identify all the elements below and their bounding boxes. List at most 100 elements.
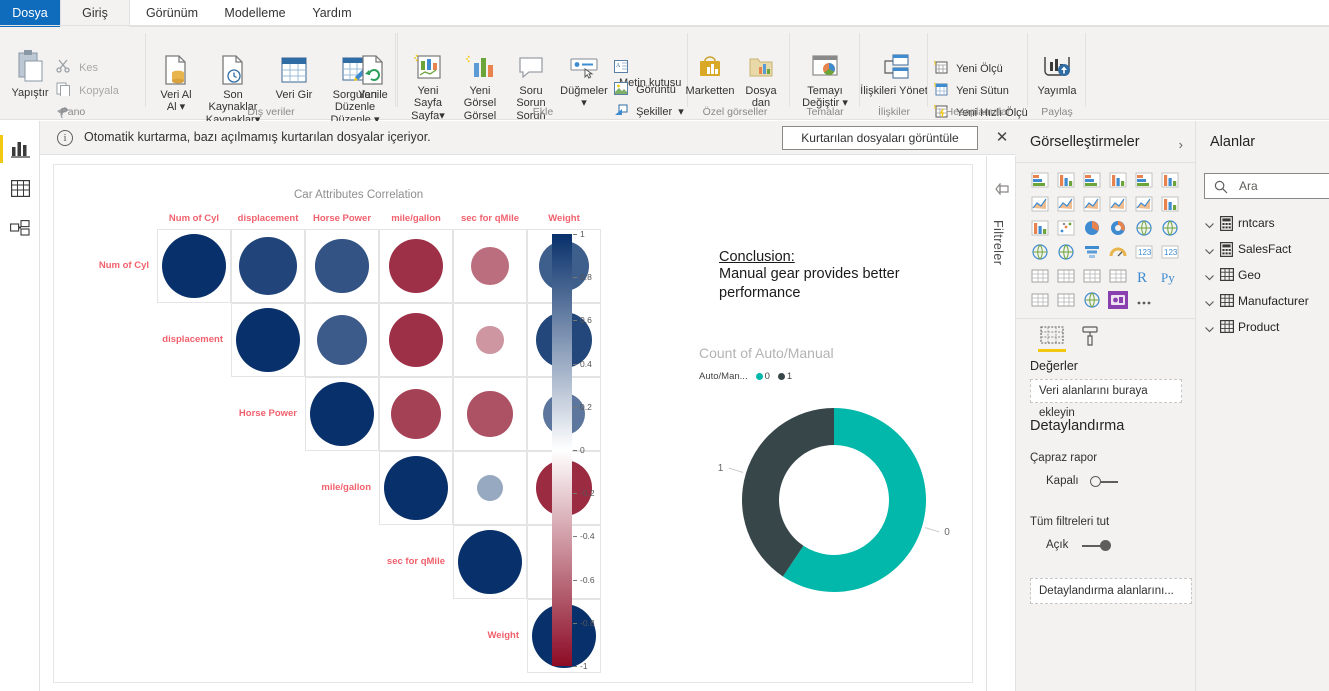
ribbon-tab-dosya[interactable]: Dosya [0,0,60,27]
correlation-circle [471,247,509,285]
ribbon-group-iliskiler-label: İlişkiler [877,106,911,118]
paste-button[interactable]: Yapıştır [6,49,54,99]
sidebar-item-model-view[interactable] [0,209,40,249]
filters-pane-tab[interactable]: Filtreler [986,156,1016,691]
toggle-knob[interactable] [1100,540,1111,551]
sidebar-item-data-view[interactable] [0,169,40,209]
multi-row-card-icon[interactable]: 123 [1160,243,1180,261]
ribbon-chart-icon[interactable] [1160,195,1180,213]
copy-button[interactable]: Kopyala [56,82,119,100]
fields-table-item[interactable]: Product [1196,315,1329,341]
slicer-icon[interactable] [1056,267,1076,285]
chevron-down-icon[interactable] [1204,322,1215,340]
tab-fields[interactable] [1038,325,1066,352]
qa-visual-icon[interactable] [1056,291,1076,309]
report-canvas[interactable]: Car Attributes Correlation Num of Cyl dis… [41,156,985,691]
chart-title: Car Attributes Correlation [294,189,424,201]
get-data-button[interactable]: Veri Al Al ▾ [154,55,198,114]
color-scale-tick-mark [573,363,577,365]
from-file-button[interactable]: Dosya dan [738,53,784,110]
search-input[interactable]: Ara [1204,173,1329,199]
clustered-bar-chart-icon[interactable] [1082,171,1102,189]
scatter-chart-icon[interactable] [1056,219,1076,237]
fields-table-item[interactable]: Manufacturer [1196,289,1329,315]
toggle-knob[interactable] [1090,476,1101,487]
custom-visual-icon[interactable] [1108,291,1128,309]
enter-data-button[interactable]: Veri Gir [268,55,320,101]
clustered-column-chart-icon[interactable] [1108,171,1128,189]
map-icon[interactable] [1160,219,1180,237]
100-stacked-column-chart-icon[interactable] [1160,171,1180,189]
drillthrough-dropzone[interactable]: Detaylandırma alanlarını... [1030,578,1192,604]
conclusion-textbox[interactable]: Conclusion: Manual gear provides better … [719,249,949,303]
refresh-button[interactable]: Yenile [348,55,398,101]
stacked-column-chart-icon[interactable] [1056,171,1076,189]
ribbon-tab-gorunum[interactable]: Görünüm [134,0,210,27]
image-button[interactable]: Görüntü [614,82,676,99]
arcgis-maps-icon[interactable] [1082,291,1102,309]
correlation-circle [239,237,297,295]
expand-left-icon[interactable] [995,182,1009,200]
new-measure-button[interactable]: Yeni Ölçü [933,60,1003,78]
keep-filters-toggle[interactable]: Açık [1046,538,1136,554]
close-icon[interactable]: ✕ [990,126,1014,150]
matrix-icon[interactable] [1108,267,1128,285]
marketplace-button[interactable]: Marketten [684,53,736,97]
funnel-icon[interactable] [1082,243,1102,261]
fields-table-item[interactable]: Geo [1196,263,1329,289]
view-recovered-files-button[interactable]: Kurtarılan dosyaları görüntüle [782,126,978,150]
donut-chart-icon[interactable] [1108,219,1128,237]
donut-leader-line [728,467,744,473]
ribbon-tab-giris[interactable]: Giriş [60,0,130,27]
switch-theme-button[interactable]: Temayı Değiştir ▾ [794,53,856,110]
table-icon[interactable] [1082,267,1102,285]
shape-map-icon[interactable] [1056,243,1076,261]
100-stacked-bar-chart-icon[interactable] [1134,171,1154,189]
svg-text:Py: Py [1161,270,1175,285]
correlation-cell [231,229,305,303]
chevron-down-icon[interactable] [1204,270,1215,288]
stacked-area-chart-icon[interactable] [1082,195,1102,213]
chevron-down-icon[interactable] [1204,218,1215,236]
chevron-down-icon[interactable] [1204,244,1215,262]
area-chart-icon[interactable] [1056,195,1076,213]
values-dropzone[interactable]: Veri alanlarını buraya ekleyin [1030,379,1182,419]
more-options-icon[interactable] [1134,291,1154,309]
line-chart-icon[interactable] [1030,195,1050,213]
r-script-visual-icon[interactable]: R [1134,267,1154,286]
card-icon[interactable]: 123 [1134,243,1154,261]
cut-button[interactable]: Kes [56,59,98,77]
buttons-button[interactable]: Düğmeler ▾ [558,53,610,110]
line-clustered-column-chart-icon[interactable] [1134,195,1154,213]
line-stacked-column-chart-icon[interactable] [1108,195,1128,213]
buttons-icon [558,53,610,85]
chevron-right-icon[interactable]: › [1179,137,1183,152]
new-column-button[interactable]: Yeni Sütun [933,82,1009,100]
chevron-down-icon[interactable] [1204,296,1215,314]
ribbon-tab-yardim[interactable]: Yardım [300,0,364,27]
color-scale-tick-label: 0.6 [580,315,592,326]
stacked-bar-chart-icon[interactable] [1030,171,1050,189]
ribbon-tab-modelleme[interactable]: Modelleme [212,0,298,27]
donut-slice[interactable] [782,408,926,592]
gauge-icon[interactable] [1108,243,1128,261]
manage-relationships-button[interactable]: İlişkileri Yönet [860,53,928,97]
filled-map-icon[interactable] [1030,243,1050,261]
correlation-matrix-visual[interactable]: Car Attributes Correlation Num of Cyl dis… [54,165,654,675]
donut-slice[interactable] [742,408,834,577]
kpi-icon[interactable] [1030,267,1050,285]
sidebar-item-report-view[interactable] [0,129,40,169]
waterfall-chart-icon[interactable] [1030,219,1050,237]
image-icon [614,82,628,99]
correlation-cell [453,525,527,599]
fields-table-item[interactable]: rntcars [1196,211,1329,237]
python-visual-icon[interactable]: Py [1160,267,1180,285]
fields-table-item[interactable]: SalesFact [1196,237,1329,263]
key-influencers-icon[interactable] [1030,291,1050,309]
publish-button[interactable]: Yayımla [1028,53,1086,97]
treemap-icon[interactable] [1134,219,1154,237]
correlation-cell [305,377,379,451]
tab-format[interactable] [1080,325,1102,352]
cross-report-toggle[interactable]: Kapalı [1046,474,1136,490]
pie-chart-icon[interactable] [1082,219,1102,237]
